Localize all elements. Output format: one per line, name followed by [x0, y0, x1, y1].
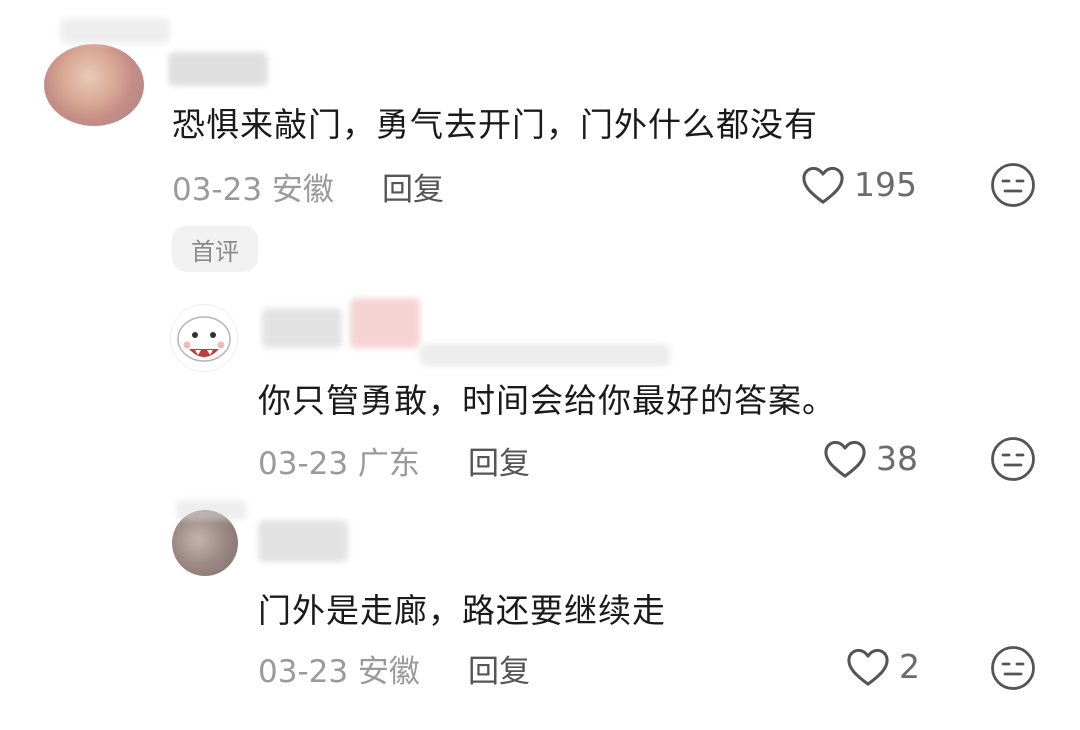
neutral-face-icon[interactable]: [990, 162, 1036, 208]
author-name-blurred[interactable]: [262, 308, 342, 348]
like-button[interactable]: 195: [800, 163, 917, 205]
first-comment-badge: 首评: [172, 226, 258, 272]
avatar[interactable]: [44, 44, 144, 126]
reply-button[interactable]: 回复: [382, 164, 444, 209]
comment-text: 门外是走廊，路还要继续走: [258, 591, 666, 630]
comment-date-location: 03-23 广东: [258, 446, 420, 482]
comment-date-location: 03-23 安徽: [258, 654, 420, 690]
heart-outline-icon: [845, 645, 891, 687]
heart-outline-icon: [800, 163, 846, 205]
author-name-blurred: [420, 344, 670, 366]
comment-text: 你只管勇敢，时间会给你最好的答案。: [258, 381, 836, 420]
reply-button[interactable]: 回复: [468, 646, 530, 691]
author-name-blurred: [60, 18, 170, 44]
author-name-blurred[interactable]: [258, 520, 348, 562]
reply-button[interactable]: 回复: [468, 438, 530, 483]
comment-text: 恐惧来敲门，勇气去开门，门外什么都没有: [172, 105, 818, 144]
comment-date-location: 03-23 安徽: [172, 172, 334, 208]
like-button[interactable]: 2: [845, 645, 920, 687]
avatar[interactable]: [170, 304, 238, 372]
like-count: 2: [899, 646, 920, 686]
like-count: 38: [876, 438, 918, 478]
author-name-blurred[interactable]: [168, 52, 268, 86]
author-name-blurred: [350, 298, 420, 348]
neutral-face-icon[interactable]: [990, 436, 1036, 482]
like-button[interactable]: 38: [822, 437, 918, 479]
neutral-face-icon[interactable]: [990, 645, 1036, 691]
author-name-blurred: [176, 500, 246, 520]
avatar-illustration: [177, 316, 231, 362]
like-count: 195: [854, 164, 917, 204]
heart-outline-icon: [822, 437, 868, 479]
